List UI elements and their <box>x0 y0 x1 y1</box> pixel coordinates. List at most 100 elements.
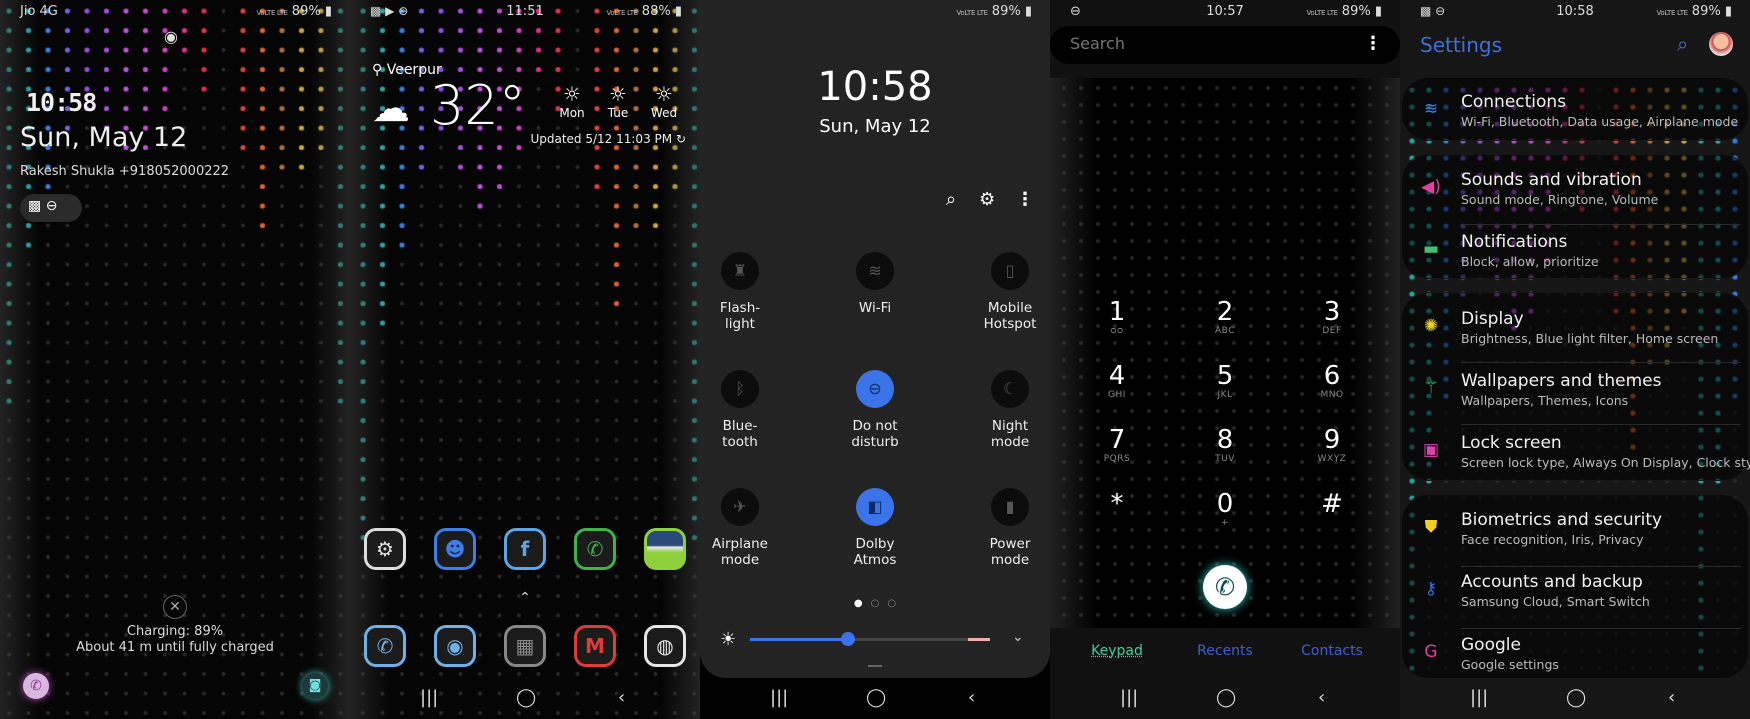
sun-icon: ☼ <box>563 82 581 106</box>
forecast-day[interactable]: ☼ Wed <box>644 82 684 120</box>
recents-icon[interactable]: ||| <box>1120 687 1138 708</box>
dial-key-5[interactable]: 5 JKL <box>1185 362 1265 400</box>
tile-flash[interactable]: ♜ Flash-light <box>700 252 795 332</box>
settings-item-text: Wallpapers and themes Wallpapers, Themes,… <box>1461 371 1661 408</box>
panel-handle[interactable] <box>868 665 882 667</box>
app-icon-messages[interactable]: ☻ <box>434 528 476 570</box>
back-icon[interactable]: ‹ <box>1318 687 1325 708</box>
wifi-icon: ≋ <box>1423 99 1439 119</box>
settings-item-subtitle: Sound mode, Ringtone, Volume <box>1461 192 1659 207</box>
tile-label: Mobile <box>987 300 1033 316</box>
avatar[interactable] <box>1709 32 1733 56</box>
tile-dolby[interactable]: ◧ Dolby Atmos <box>820 488 930 568</box>
camera-shortcut-icon[interactable]: ◙ <box>302 673 328 699</box>
key-letters: ABC <box>1215 326 1235 336</box>
tile-label: light <box>725 316 755 332</box>
page-dot[interactable]: ○ <box>887 598 896 609</box>
dial-key-1[interactable]: 1 ᴑᴑ <box>1077 298 1157 336</box>
tile-blue[interactable]: ᛒ Blue-tooth <box>700 370 795 450</box>
more-options-icon[interactable]: ⋮ <box>1364 33 1382 54</box>
app-icon-gmail[interactable]: M <box>574 625 616 667</box>
forecast-day[interactable]: ☼ Tue <box>598 82 638 120</box>
dial-key-6[interactable]: 6 MNO <box>1292 362 1372 400</box>
tile-airplane[interactable]: ✈ Airplane mode <box>700 488 795 568</box>
search-bar[interactable]: ⋮ <box>1050 26 1400 64</box>
tab-keypad[interactable]: Keypad <box>1067 643 1167 659</box>
quick-panel: VoLTE LTE 89% ▮ 10:58 Sun, May 12 ⌕ ⚙ ⋮ ♜… <box>700 0 1050 719</box>
dial-key-8[interactable]: 8 TUV <box>1185 426 1265 464</box>
settings-item-text: Connections Wi-Fi, Bluetooth, Data usage,… <box>1461 92 1738 129</box>
home-icon[interactable]: ◯ <box>516 687 536 708</box>
divider <box>1461 362 1741 363</box>
search-icon[interactable]: ⌕ <box>1677 32 1688 56</box>
battery-label: 89% <box>291 4 321 19</box>
tab-recents[interactable]: Recents <box>1175 643 1275 659</box>
app-icon-facebook[interactable]: f <box>504 528 546 570</box>
tab-contacts[interactable]: Contacts <box>1282 643 1382 659</box>
date[interactable]: Sun, May 12 <box>700 116 1050 137</box>
home-icon[interactable]: ◯ <box>1216 687 1236 708</box>
recents-icon[interactable]: ||| <box>420 687 438 708</box>
tile-label: Airplane <box>712 536 768 552</box>
app-drawer-chevron-icon[interactable]: ⌃ <box>350 590 700 606</box>
search-icon[interactable]: ⌕ <box>946 189 956 210</box>
home-icon[interactable]: ◯ <box>1566 687 1586 708</box>
status-bar: ▩ ⊖ 10:58 VoLTE LTE 89% ▮ <box>1400 4 1750 24</box>
more-options-icon[interactable]: ⋮ <box>1016 189 1034 210</box>
tile-mobile[interactable]: ▯ Mobile Hotspot <box>955 252 1050 332</box>
sun-icon: ☼ <box>655 82 673 106</box>
chevron-down-icon[interactable]: ⌄ <box>1012 629 1024 645</box>
airplane-icon: ✈ <box>721 488 759 526</box>
notification-pill[interactable]: ▩ ⊖ <box>20 194 82 222</box>
phone-shortcut-icon[interactable]: ✆ <box>23 673 49 699</box>
dial-key-9[interactable]: 9 WXYZ <box>1292 426 1372 464</box>
dnd-icon: ⊖ <box>45 198 58 214</box>
refresh-icon[interactable]: ↻ <box>676 132 686 146</box>
home-icon[interactable]: ◯ <box>866 687 886 708</box>
dial-key-2[interactable]: 2 ABC <box>1185 298 1265 336</box>
tile-label: Wi-Fi <box>858 300 892 316</box>
settings-item-subtitle: Wi-Fi, Bluetooth, Data usage, Airplane m… <box>1461 114 1739 129</box>
weather-updated: Updated 5/12 11:03 PM ↻ <box>530 132 686 146</box>
key-digit: * <box>1110 489 1124 519</box>
tile-donot[interactable]: ⊖ Do not disturb <box>820 370 930 450</box>
forecast-day[interactable]: ☼ Mon <box>552 82 592 120</box>
tile-label: disturb <box>851 434 899 450</box>
dial-key-4[interactable]: 4 GHI <box>1077 362 1157 400</box>
search-input[interactable] <box>1070 34 1350 53</box>
status-bar: Jio 4G VoLTE LTE 89% ▮ <box>20 4 332 19</box>
key-letters: WXYZ <box>1317 454 1347 464</box>
dial-key-0[interactable]: 0 + <box>1185 490 1265 528</box>
app-icon-phone[interactable]: ✆ <box>364 625 406 667</box>
divider <box>1461 566 1741 567</box>
recents-icon[interactable]: ||| <box>770 687 788 708</box>
gear-icon[interactable]: ⚙ <box>979 189 995 210</box>
app-icon-chrome[interactable]: ◍ <box>644 625 686 667</box>
dnd-icon: ⊖ <box>856 370 894 408</box>
tile-night[interactable]: ☾ Night mode <box>955 370 1050 450</box>
app-icon-gallery[interactable] <box>644 528 686 570</box>
page-dot[interactable]: ○ <box>871 598 880 609</box>
brightness-slider[interactable] <box>750 632 990 646</box>
tile-label: Blue- <box>722 418 758 434</box>
back-icon[interactable]: ‹ <box>968 687 975 708</box>
tile-power[interactable]: ▮ Power mode <box>955 488 1050 568</box>
network-label: VoLTE LTE <box>606 9 638 17</box>
close-icon[interactable]: ✕ <box>163 595 187 619</box>
temperature[interactable]: 32° <box>430 74 526 137</box>
back-icon[interactable]: ‹ <box>1668 687 1675 708</box>
dial-key-*[interactable]: * <box>1077 490 1157 518</box>
call-button[interactable]: ✆ <box>1203 565 1247 609</box>
dial-key-7[interactable]: 7 PQRS <box>1077 426 1157 464</box>
bluetooth-icon: ᛒ <box>721 370 759 408</box>
back-icon[interactable]: ‹ <box>618 687 625 708</box>
recents-icon[interactable]: ||| <box>1470 687 1488 708</box>
page-dot[interactable]: ● <box>854 598 863 609</box>
tile-wifi[interactable]: ≋ Wi-Fi <box>820 252 930 316</box>
dial-key-#[interactable]: # <box>1292 490 1372 518</box>
dial-key-3[interactable]: 3 DEF <box>1292 298 1372 336</box>
app-icon-folder[interactable]: ▦ <box>504 625 546 667</box>
app-icon-settings[interactable]: ⚙ <box>364 528 406 570</box>
app-icon-camera[interactable]: ◉ <box>434 625 476 667</box>
app-icon-whatsapp[interactable]: ✆ <box>574 528 616 570</box>
